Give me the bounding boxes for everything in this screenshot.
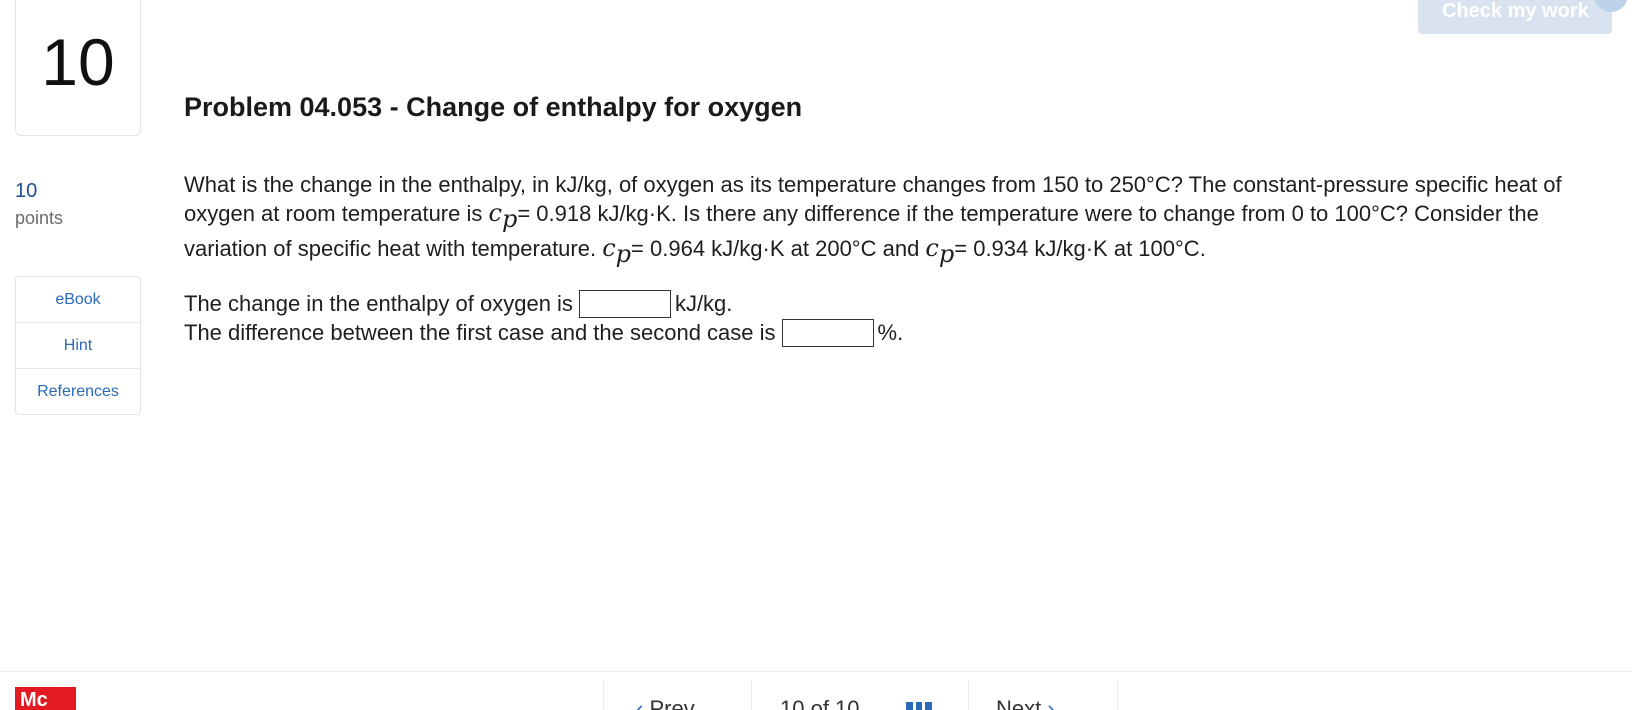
cp-symbol: cp xyxy=(925,234,955,268)
nav-divider xyxy=(968,680,969,710)
question-number: 10 xyxy=(41,25,115,99)
next-button[interactable]: Next › xyxy=(996,696,1055,710)
nav-divider xyxy=(1117,680,1118,710)
nav-divider xyxy=(603,680,604,710)
points-value: 10 xyxy=(15,180,38,202)
enthalpy-change-input[interactable] xyxy=(578,290,671,318)
mcgraw-hill-logo: Mc xyxy=(15,687,76,710)
cp-symbol: cp xyxy=(602,234,632,268)
answer-unit: kJ/kg. xyxy=(674,291,733,316)
ebook-link[interactable]: eBook xyxy=(16,277,140,322)
answer-line-difference: The difference between the first case an… xyxy=(184,319,903,347)
resource-links: eBook Hint References xyxy=(15,276,141,415)
question-text: What is the change in the enthalpy, in k… xyxy=(184,170,1624,269)
difference-percent-input[interactable] xyxy=(781,319,874,347)
problem-title: Problem 04.053 - Change of enthalpy for … xyxy=(184,92,803,122)
cp-symbol: cp xyxy=(488,199,518,233)
answer-prompt: The change in the enthalpy of oxygen is xyxy=(184,291,573,316)
question-grid-icon[interactable] xyxy=(906,702,933,710)
answer-line-enthalpy: The change in the enthalpy of oxygen is … xyxy=(184,290,732,318)
question-number-card: 10 xyxy=(15,0,141,136)
question-text-part: = 0.964 kJ/kg·K at 200°C and xyxy=(631,236,926,261)
footer-nav: Mc ‹ Prev 10 of 10 Next › xyxy=(0,671,1632,710)
prev-button[interactable]: ‹ Prev xyxy=(636,696,695,710)
answer-prompt: The difference between the first case an… xyxy=(184,320,776,345)
references-link[interactable]: References xyxy=(16,368,140,414)
chevron-left-icon: ‹ xyxy=(636,696,650,710)
chevron-right-icon: › xyxy=(1041,696,1055,710)
question-counter: 10 of 10 xyxy=(780,696,860,710)
nav-divider xyxy=(751,680,752,710)
check-my-work-button[interactable]: Check my work xyxy=(1418,0,1612,34)
page: 10 Check my work Problem 04.053 - Change… xyxy=(0,0,1632,710)
hint-link[interactable]: Hint xyxy=(16,322,140,368)
points-label: points xyxy=(15,208,64,228)
question-text-part: = 0.934 kJ/kg·K at 100°C. xyxy=(954,236,1206,261)
answer-unit: %. xyxy=(877,320,904,345)
